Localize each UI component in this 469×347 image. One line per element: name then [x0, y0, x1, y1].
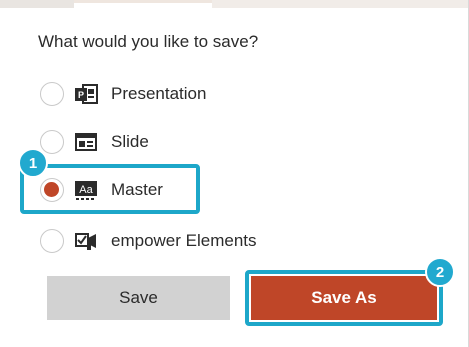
save-button[interactable]: Save: [47, 276, 230, 320]
option-presentation[interactable]: P Presentation: [40, 79, 206, 109]
svg-text:P: P: [78, 90, 84, 100]
option-label: empower Elements: [111, 231, 257, 250]
step-1-badge: 1: [18, 148, 48, 178]
slide-layout-icon: [74, 131, 98, 153]
window-top-strip: [0, 0, 469, 8]
option-label: Presentation: [111, 84, 207, 103]
save-question-heading: What would you like to save?: [38, 32, 259, 51]
powerpoint-presentation-icon: P: [74, 83, 98, 105]
top-strip-segment: [212, 0, 469, 8]
step-2-badge: 2: [425, 257, 455, 287]
empower-elements-icon: [74, 230, 98, 252]
master-option-highlight: [20, 164, 200, 214]
option-slide[interactable]: Slide: [40, 127, 149, 157]
radio-empower-elements[interactable]: [40, 229, 64, 253]
radio-presentation[interactable]: [40, 82, 64, 106]
save-as-button[interactable]: Save As: [251, 276, 437, 320]
top-strip-segment: [0, 0, 74, 8]
radio-slide[interactable]: [40, 130, 64, 154]
top-strip-segment: [74, 0, 212, 3]
option-empower-elements[interactable]: empower Elements: [40, 226, 257, 256]
option-label: Slide: [111, 132, 149, 151]
